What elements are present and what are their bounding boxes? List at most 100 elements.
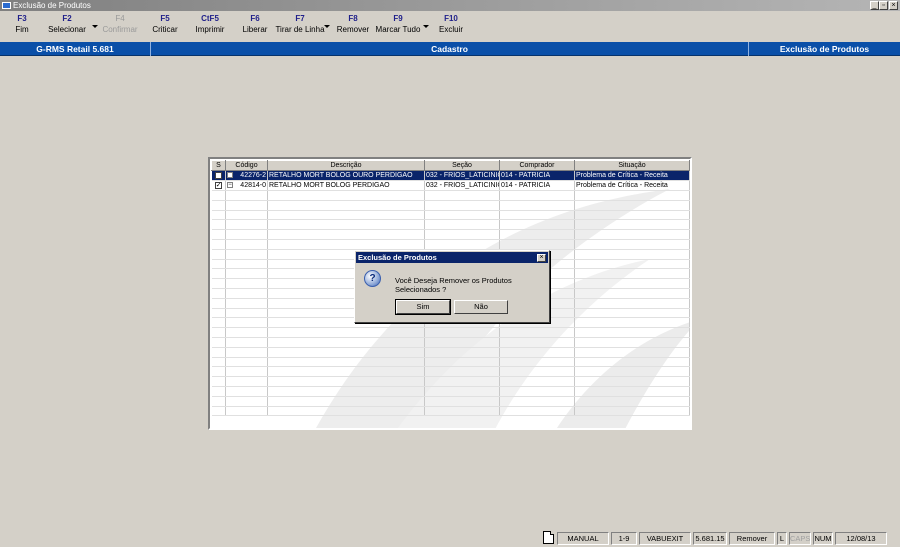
row-expand-icon[interactable]: − <box>227 182 233 189</box>
empty-cell <box>574 219 690 231</box>
empty-row <box>211 406 690 417</box>
cell-comprador: 014 - PATRICIA <box>499 180 575 191</box>
empty-cell <box>574 366 690 378</box>
empty-cell <box>499 376 575 387</box>
empty-cell <box>211 337 226 348</box>
empty-cell <box>267 219 425 231</box>
empty-cell <box>211 278 226 289</box>
empty-cell <box>499 386 575 397</box>
table-row[interactable]: 42276-2 RETALHO MORT BOLOG OURO PERDIGAO 0… <box>211 170 690 181</box>
empty-cell <box>574 376 690 387</box>
empty-cell <box>574 347 690 358</box>
empty-cell <box>574 259 690 270</box>
table-row[interactable]: ✓ −42814-0 RETALHO MORT BOLOG PERDIGAO 032 … <box>211 180 690 191</box>
toolbar-excluir-button[interactable]: F10 Excluir <box>421 14 481 35</box>
dialog-title: Exclusão de Produtos × <box>356 252 548 263</box>
empty-row <box>211 239 690 250</box>
toolbar-tirar-de-linha-button[interactable]: F7 Tirar de Linha <box>270 14 330 35</box>
empty-cell <box>211 259 226 270</box>
empty-cell <box>499 396 575 407</box>
header-bar: G-RMS Retail 5.681 Cadastro Exclusão de … <box>0 42 900 56</box>
empty-row <box>211 190 690 201</box>
column-header-comprador[interactable]: Comprador <box>499 160 575 171</box>
toolbar-marcar-tudo-button[interactable]: F9 Marcar Tudo <box>368 14 428 35</box>
row-select-cell[interactable] <box>211 170 226 181</box>
empty-cell <box>225 268 268 280</box>
empty-cell <box>424 210 500 221</box>
empty-cell <box>574 190 690 201</box>
empty-cell <box>424 366 500 378</box>
minimize-button[interactable]: _ <box>870 1 879 10</box>
empty-cell <box>499 406 575 417</box>
empty-cell <box>225 337 268 348</box>
empty-cell <box>574 249 690 260</box>
empty-cell <box>225 298 268 309</box>
column-header-codigo[interactable]: Código <box>225 160 268 171</box>
checkbox-unchecked[interactable] <box>214 171 222 179</box>
yes-button[interactable]: Sim <box>395 299 451 315</box>
empty-cell <box>211 327 226 338</box>
empty-cell <box>225 288 268 299</box>
status-range: 1-9 <box>611 532 637 545</box>
empty-cell <box>424 219 500 231</box>
empty-cell <box>424 406 500 417</box>
empty-cell <box>211 229 226 240</box>
empty-cell <box>499 347 575 358</box>
checkbox-checked[interactable]: ✓ <box>214 181 222 189</box>
window-title: Exclusão de Produtos <box>13 1 91 10</box>
dialog-close-icon[interactable]: × <box>537 254 546 262</box>
question-icon: ? <box>364 270 381 287</box>
column-header-situacao[interactable]: Situação <box>574 160 690 171</box>
row-expand-icon[interactable] <box>227 172 233 179</box>
close-button[interactable]: × <box>889 1 898 10</box>
empty-cell <box>267 200 425 211</box>
column-header-descricao[interactable]: Descrição <box>267 160 425 171</box>
empty-cell <box>499 219 575 231</box>
column-header-s[interactable]: S <box>211 160 226 171</box>
empty-cell <box>211 239 226 250</box>
empty-cell <box>574 337 690 348</box>
empty-cell <box>267 406 425 417</box>
empty-cell <box>211 219 226 231</box>
empty-cell <box>211 298 226 309</box>
empty-cell <box>225 327 268 338</box>
empty-cell <box>211 268 226 280</box>
cell-descricao: RETALHO MORT BOLOG OURO PERDIGAO <box>267 170 425 181</box>
row-select-cell[interactable]: ✓ <box>211 180 226 191</box>
status-action: Remover <box>729 532 775 545</box>
empty-cell <box>225 210 268 221</box>
empty-cell <box>574 317 690 329</box>
section-title: Cadastro <box>431 44 468 54</box>
empty-cell <box>574 308 690 319</box>
empty-cell <box>267 386 425 397</box>
empty-cell <box>424 239 500 250</box>
empty-cell <box>499 239 575 250</box>
empty-cell <box>424 357 500 368</box>
empty-cell <box>267 210 425 221</box>
empty-cell <box>211 190 226 201</box>
cell-codigo: −42814-0 <box>225 180 268 191</box>
column-header-secao[interactable]: Seção <box>424 160 500 171</box>
cell-comprador: 014 - PATRICIA <box>499 170 575 181</box>
empty-cell <box>211 288 226 299</box>
empty-cell <box>211 200 226 211</box>
empty-cell <box>499 229 575 240</box>
empty-row <box>211 219 690 231</box>
empty-row <box>211 357 690 368</box>
empty-cell <box>211 376 226 387</box>
cell-secao: 032 - FRIOS_LATICINIOS <box>424 180 500 191</box>
empty-cell <box>225 376 268 387</box>
button-label: Excluir <box>438 25 463 34</box>
empty-cell <box>574 239 690 250</box>
empty-cell <box>225 200 268 211</box>
empty-row <box>211 347 690 358</box>
maximize-button[interactable]: ▫ <box>879 1 888 10</box>
empty-cell <box>225 406 268 417</box>
dialog-title-text: Exclusão de Produtos <box>358 253 437 262</box>
no-button[interactable]: Não <box>454 300 508 314</box>
empty-cell <box>225 249 268 260</box>
empty-cell <box>499 357 575 368</box>
empty-cell <box>267 347 425 358</box>
empty-cell <box>211 406 226 417</box>
toolbar-selecionar-button[interactable]: F2 Selecionar <box>37 14 97 35</box>
